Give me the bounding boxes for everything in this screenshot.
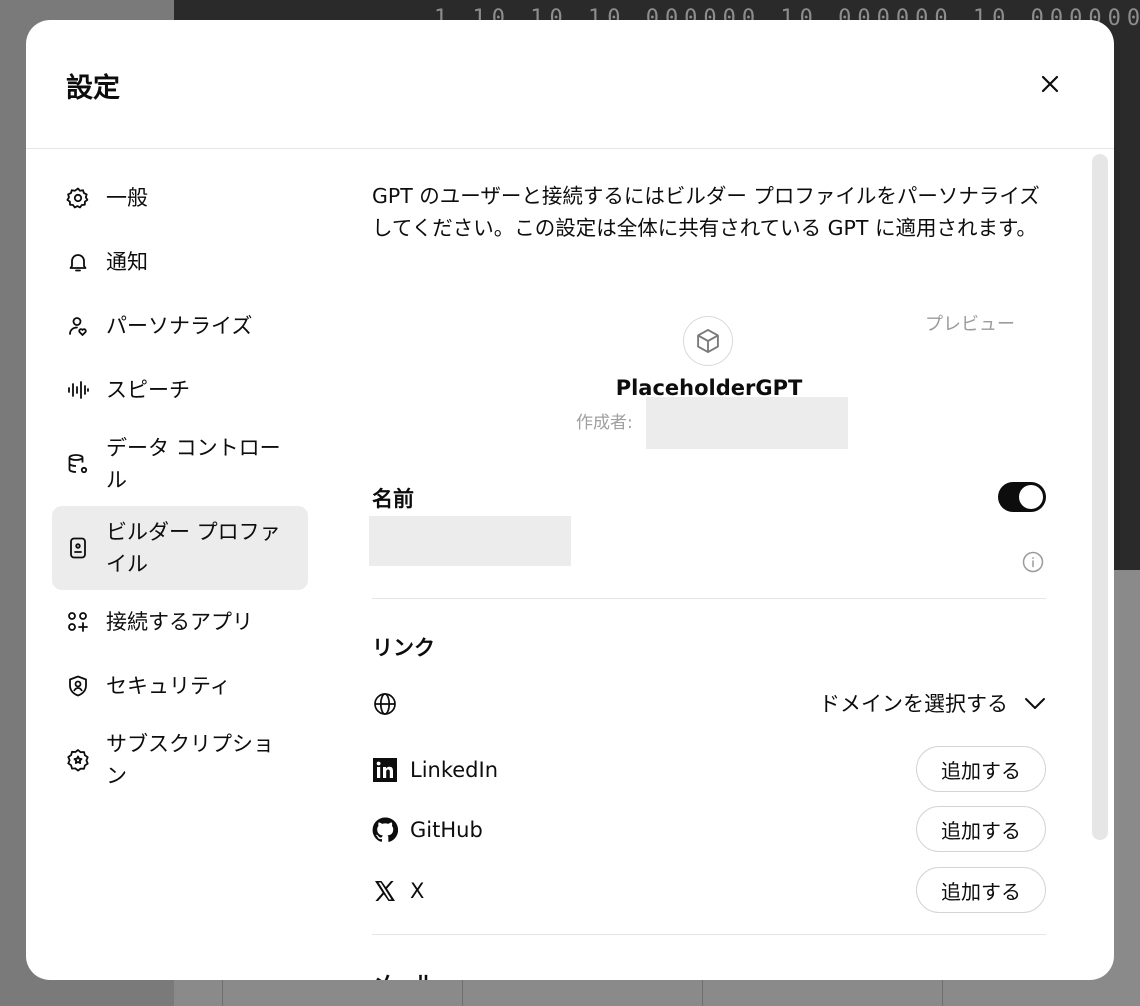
- domain-row: ドメインを選択する: [372, 680, 1046, 728]
- x-label: X: [410, 879, 425, 903]
- cube-icon: [697, 328, 719, 354]
- sidebar-item-notifications[interactable]: 通知: [52, 230, 308, 294]
- gear-icon: [66, 186, 90, 210]
- apps-plus-icon: [66, 610, 90, 634]
- settings-sidebar: 一般 通知 パーソナライズ スピーチ データ コントロール ビルダー プロファイ…: [52, 166, 308, 802]
- sidebar-item-label: 通知: [106, 250, 148, 274]
- content-scrollbar[interactable]: [1092, 154, 1108, 840]
- sidebar-item-label: パーソナライズ: [106, 314, 253, 338]
- sidebar-item-general[interactable]: 一般: [52, 166, 308, 230]
- linkedin-icon: [372, 757, 398, 783]
- email-section-title: メール: [372, 968, 435, 980]
- links-section-title: リンク: [372, 636, 435, 660]
- domain-select-label: ドメインを選択する: [819, 692, 1008, 716]
- add-linkedin-button[interactable]: 追加する: [916, 746, 1046, 792]
- settings-modal: 設定 一般 通知 パーソナライズ スピーチ データ コントロール ビルダー プロ…: [26, 20, 1114, 980]
- sidebar-item-label: ビルダー プロファイル: [106, 520, 281, 576]
- x-row: X 追加する: [372, 867, 1046, 915]
- creator-label: 作成者:: [576, 413, 633, 433]
- linkedin-row: LinkedIn 追加する: [372, 746, 1046, 794]
- name-section-label: 名前: [372, 487, 414, 511]
- profile-description: GPT のユーザーと接続するにはビルダー プロファイルをパーソナライズしてくださ…: [372, 184, 1040, 240]
- preview-label: プレビュー: [925, 314, 1015, 335]
- github-row: GitHub 追加する: [372, 806, 1046, 854]
- sidebar-item-security[interactable]: セキュリティ: [52, 654, 308, 718]
- sidebar-item-connected-apps[interactable]: 接続するアプリ: [52, 590, 308, 654]
- star-badge-icon: [66, 748, 90, 772]
- redacted-name-value: [369, 516, 571, 566]
- divider: [372, 598, 1046, 599]
- sidebar-item-label: 一般: [106, 186, 148, 210]
- globe-icon: [372, 691, 398, 717]
- modal-title: 設定: [66, 73, 120, 104]
- sidebar-item-speech[interactable]: スピーチ: [52, 358, 308, 422]
- database-gear-icon: [66, 452, 90, 476]
- name-visibility-toggle[interactable]: [998, 482, 1046, 512]
- person-heart-icon: [66, 314, 90, 338]
- close-button[interactable]: [1034, 68, 1066, 100]
- github-icon: [372, 817, 398, 843]
- modal-header: 設定: [26, 20, 1114, 149]
- sidebar-item-label: データ コントロール: [106, 436, 281, 492]
- divider: [372, 934, 1046, 935]
- close-icon: [1041, 75, 1059, 93]
- sidebar-item-label: スピーチ: [106, 378, 190, 402]
- sidebar-item-label: サブスクリプション: [106, 732, 274, 788]
- x-logo-icon: [372, 878, 398, 904]
- add-x-button[interactable]: 追加する: [916, 867, 1046, 913]
- sidebar-item-builder-profile[interactable]: ビルダー プロファイル: [52, 506, 308, 590]
- builder-profile-panel: GPT のユーザーと接続するにはビルダー プロファイルをパーソナライズしてくださ…: [369, 150, 1046, 980]
- linkedin-label: LinkedIn: [410, 758, 499, 782]
- waveform-icon: [66, 378, 90, 402]
- gpt-avatar: [683, 316, 733, 366]
- domain-select[interactable]: ドメインを選択する: [819, 688, 1046, 718]
- sidebar-item-subscription[interactable]: サブスクリプション: [52, 718, 308, 802]
- toggle-knob: [1019, 485, 1043, 509]
- bell-icon: [66, 250, 90, 274]
- sidebar-item-label: 接続するアプリ: [106, 610, 253, 634]
- id-badge-icon: [66, 536, 90, 560]
- sidebar-item-label: セキュリティ: [106, 674, 231, 698]
- background-table: [222, 980, 1140, 1006]
- chevron-down-icon: [1025, 698, 1045, 709]
- github-label: GitHub: [410, 818, 483, 842]
- add-github-button[interactable]: 追加する: [916, 806, 1046, 852]
- redacted-creator-name: [646, 397, 848, 449]
- info-icon[interactable]: [1022, 551, 1044, 573]
- sidebar-item-personalization[interactable]: パーソナライズ: [52, 294, 308, 358]
- shield-person-icon: [66, 674, 90, 698]
- sidebar-item-data-controls[interactable]: データ コントロール: [52, 422, 308, 506]
